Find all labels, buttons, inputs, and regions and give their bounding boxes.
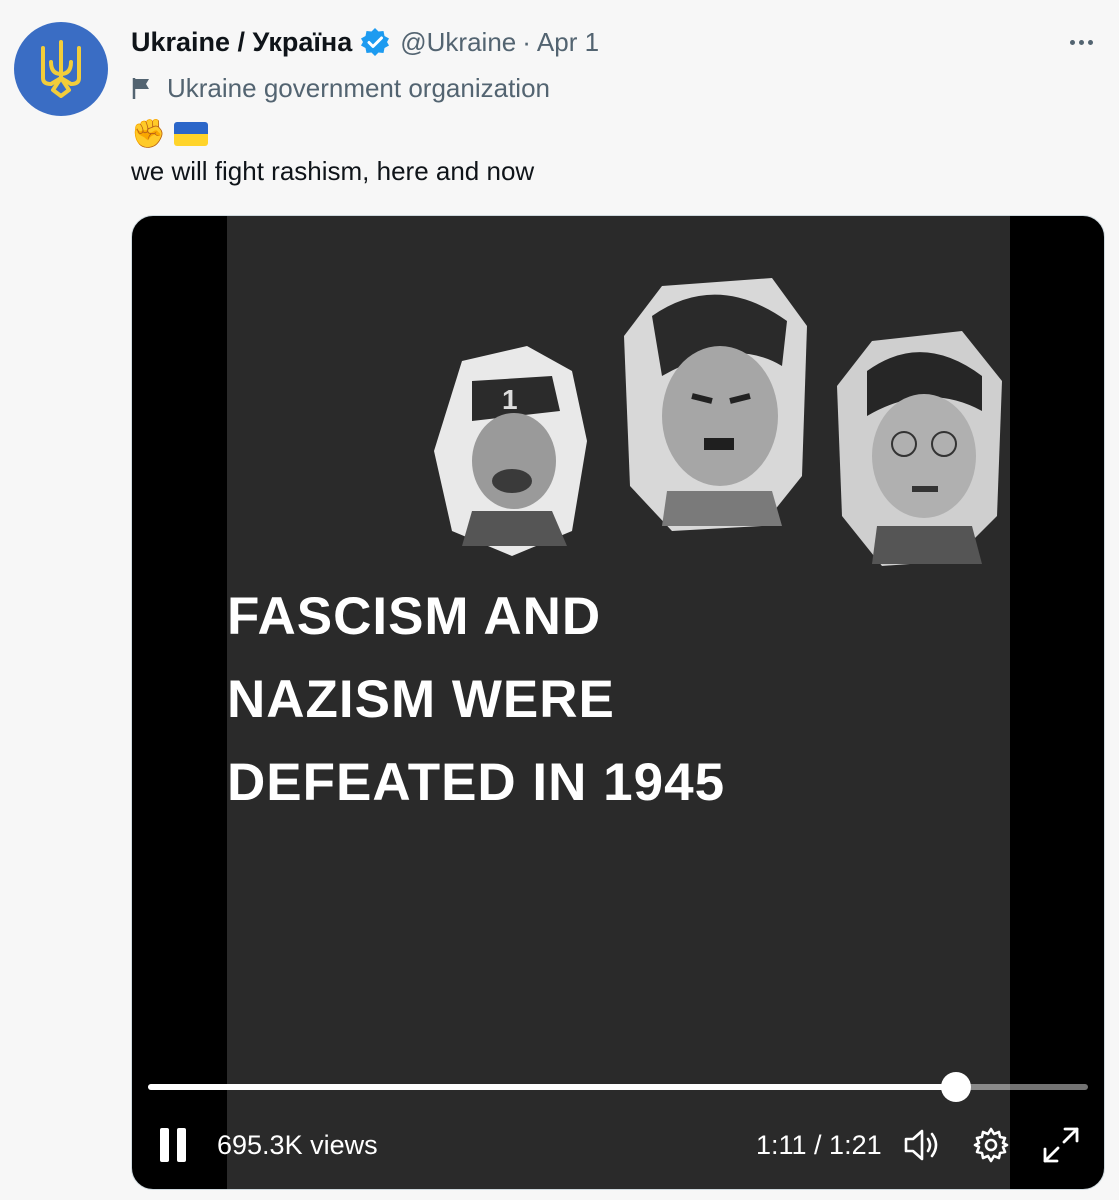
flag-icon: [132, 78, 149, 99]
portrait-left: 1: [434, 346, 587, 556]
handle[interactable]: @Ukraine: [400, 27, 516, 58]
svg-text:1: 1: [502, 384, 518, 415]
tweet-header: Ukraine / Україна @Ukraine · Apr 1: [131, 24, 599, 60]
pause-icon[interactable]: [160, 1128, 190, 1162]
settings-gear-icon[interactable]: [971, 1125, 1011, 1165]
video-time: 1:11 / 1:21: [756, 1130, 882, 1160]
ukraine-flag-emoji: [173, 122, 208, 146]
view-count: 695.3K views: [217, 1130, 378, 1160]
verified-badge-icon: [361, 28, 390, 56]
portrait-center: [624, 278, 807, 531]
portrait-right: [837, 331, 1002, 566]
video-progress-fill: [148, 1084, 957, 1090]
display-name[interactable]: Ukraine / Україна: [131, 27, 352, 58]
volume-icon[interactable]: [902, 1125, 942, 1165]
emoji-row: ✊: [131, 118, 208, 150]
tweet-date[interactable]: Apr 1: [537, 27, 599, 58]
video-caption: FASCISM AND NAZISM WERE DEFEATED IN 1945: [227, 587, 726, 812]
more-options-icon[interactable]: [1061, 28, 1101, 56]
avatar[interactable]: [14, 22, 108, 116]
government-label[interactable]: Ukraine government organization: [131, 71, 550, 105]
separator-dot: ·: [522, 26, 531, 57]
trident-emblem-icon: [41, 40, 81, 98]
tweet-text: we will fight rashism, here and now: [131, 156, 535, 186]
video-progress-bar[interactable]: [148, 1072, 1088, 1102]
fullscreen-icon[interactable]: [1041, 1125, 1081, 1165]
fist-emoji: ✊: [131, 118, 166, 149]
government-label-text: Ukraine government organization: [167, 72, 550, 103]
